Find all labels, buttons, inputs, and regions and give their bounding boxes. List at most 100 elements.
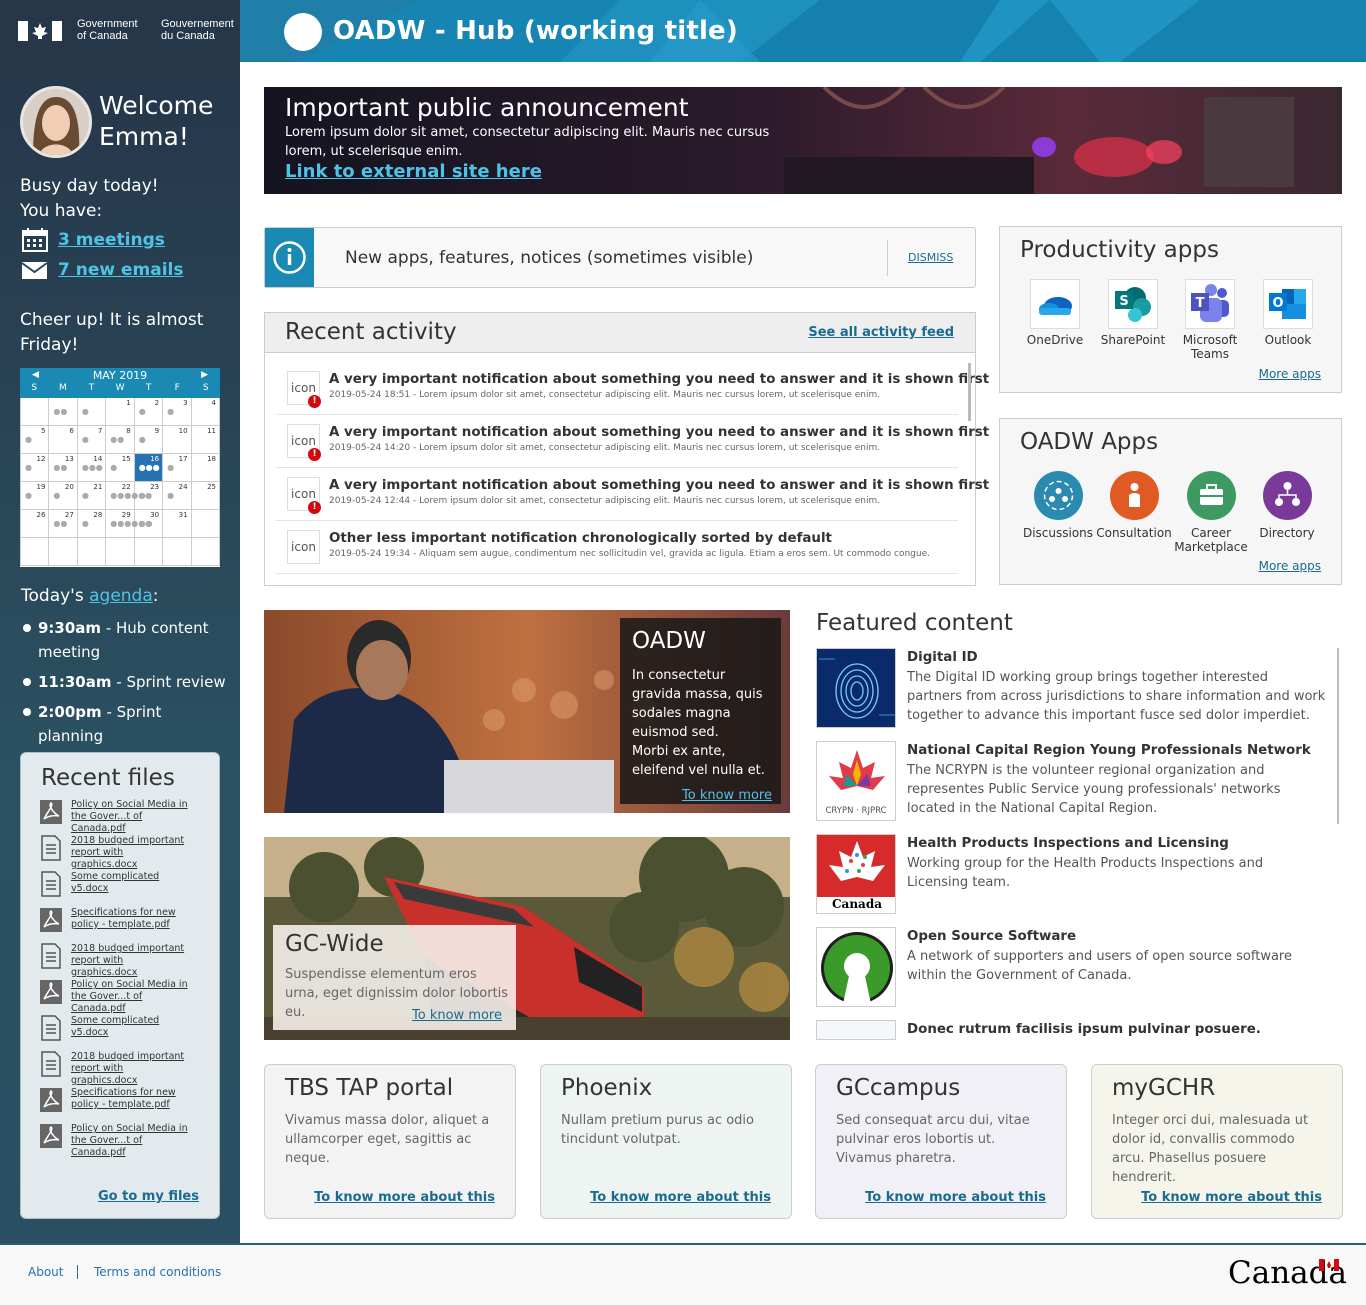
calendar-day[interactable]: 22 ●●●●●● — [106, 482, 152, 510]
dismiss-button[interactable]: DISMISS — [908, 251, 953, 264]
app-logo[interactable] — [284, 13, 322, 51]
calendar-day[interactable]: 1 — [106, 398, 135, 426]
recent-file-item[interactable]: 2018 budged important report with graphi… — [39, 835, 219, 871]
calendar-day[interactable]: 23 ● — [134, 482, 164, 510]
calendar-day[interactable]: 17 ● — [163, 454, 192, 482]
calendar-day[interactable] — [191, 538, 220, 566]
recent-file-item[interactable]: Policy on Social Media in the Gover...t … — [39, 979, 219, 1015]
next-month-icon[interactable]: ▶ — [201, 370, 208, 380]
recent-file-item[interactable]: Policy on Social Media in the Gover...t … — [39, 799, 219, 835]
featured-scrollbar[interactable] — [1337, 648, 1339, 824]
calendar-day[interactable]: 11 — [191, 426, 220, 454]
calendar-day[interactable] — [77, 538, 107, 566]
link-card-more-link[interactable]: To know more about this — [590, 1190, 771, 1205]
external-site-link[interactable]: Link to external site here — [285, 161, 542, 182]
calendar-day[interactable]: 20 ● — [49, 482, 78, 510]
calendar-day[interactable]: 25 — [191, 482, 220, 510]
link-card-more-link[interactable]: To know more about this — [1141, 1190, 1322, 1205]
calendar-day[interactable]: 3 ● — [163, 398, 192, 426]
oadw-know-more-link[interactable]: To know more — [682, 788, 772, 803]
gc-wide-know-more-link[interactable]: To know more — [412, 1008, 502, 1023]
calendar-day[interactable] — [134, 538, 164, 566]
calendar-day[interactable]: 30 ●● — [134, 510, 164, 538]
featured-item-donec[interactable]: Donec rutrum facilisis ipsum pulvinar po… — [816, 1020, 1326, 1040]
recent-file-item[interactable]: Policy on Social Media in the Gover...t … — [39, 1123, 219, 1159]
calendar-day[interactable]: 24 ● — [163, 482, 192, 510]
calendar-day[interactable]: 28 ● — [77, 510, 107, 538]
activity-item[interactable]: icon! A very important notification about… — [275, 469, 989, 521]
recent-file-item[interactable]: Specifications for new policy - template… — [39, 907, 219, 943]
calendar-day[interactable]: 13 ●● — [49, 454, 78, 482]
app-onedrive[interactable]: OneDrive — [1015, 279, 1095, 347]
see-all-activity-link[interactable]: See all activity feed — [808, 325, 954, 340]
calendar-day[interactable] — [21, 538, 50, 566]
file-name-link[interactable]: Policy on Social Media in the Gover...t … — [71, 799, 191, 835]
file-name-link[interactable]: 2018 budged important report with graphi… — [71, 835, 191, 871]
activity-item[interactable]: icon! A very important notification about… — [275, 363, 989, 415]
gc-wide-feature-card[interactable]: GC-Wide Suspendisse elementum eros urna,… — [264, 837, 790, 1040]
calendar-day[interactable]: 5 ● — [21, 426, 50, 454]
recent-file-item[interactable]: Some complicated v5.docx — [39, 871, 219, 907]
file-name-link[interactable]: Policy on Social Media in the Gover...t … — [71, 1123, 191, 1159]
calendar-day[interactable]: 14 ●●● — [77, 454, 107, 482]
oadw-more-apps-link[interactable]: More apps — [1259, 559, 1321, 573]
app-discussions[interactable]: Discussions — [1018, 471, 1098, 540]
file-name-link[interactable]: Some complicated v5.docx — [71, 1015, 191, 1039]
file-name-link[interactable]: 2018 budged important report with graphi… — [71, 943, 191, 979]
link-card[interactable]: GCcampus Sed consequat arcu dui, vitae pu… — [815, 1064, 1067, 1219]
calendar-day[interactable]: 18 — [191, 454, 220, 482]
emails-link[interactable]: 7 new emails — [58, 260, 184, 280]
app-sharepoint[interactable]: S SharePoint — [1093, 279, 1173, 347]
calendar-day[interactable]: ●● — [49, 398, 78, 426]
calendar-day[interactable]: 31 — [163, 510, 192, 538]
calendar-day[interactable]: 15 ● — [106, 454, 135, 482]
calendar-day[interactable] — [106, 538, 135, 566]
go-to-files-link[interactable]: Go to my files — [98, 1189, 199, 1204]
recent-file-item[interactable]: Specifications for new policy - template… — [39, 1087, 219, 1123]
avatar[interactable] — [20, 86, 92, 158]
calendar-day[interactable]: 19 ● — [21, 482, 50, 510]
calendar-day[interactable]: 26 — [21, 510, 50, 538]
about-link[interactable]: About — [28, 1265, 63, 1279]
activity-scrollbar[interactable] — [968, 363, 971, 421]
activity-item[interactable]: icon! A very important notification about… — [275, 416, 989, 468]
calendar-day[interactable] — [163, 538, 192, 566]
calendar-day[interactable]: 2 ● — [134, 398, 164, 426]
calendar-day[interactable]: 8 ●● — [106, 426, 135, 454]
featured-item-digital-id[interactable]: Digital ID The Digital ID working group … — [816, 648, 1326, 728]
file-name-link[interactable]: Specifications for new policy - template… — [71, 907, 191, 931]
calendar-day[interactable]: 21 ● — [77, 482, 107, 510]
calendar-day[interactable]: 6 — [49, 426, 78, 454]
file-name-link[interactable]: Specifications for new policy - template… — [71, 1087, 191, 1111]
calendar-day[interactable]: ● — [77, 398, 107, 426]
app-teams[interactable]: T Microsoft Teams — [1170, 279, 1250, 361]
recent-file-item[interactable]: 2018 budged important report with graphi… — [39, 1051, 219, 1087]
featured-item-open-source[interactable]: Open Source Software A network of suppor… — [816, 927, 1326, 1007]
file-name-link[interactable]: Some complicated v5.docx — [71, 871, 191, 895]
featured-item-health-products[interactable]: Canada Health Products Inspections and L… — [816, 834, 1326, 914]
calendar-day[interactable]: 10 — [163, 426, 192, 454]
recent-file-item[interactable]: Some complicated v5.docx — [39, 1015, 219, 1051]
link-card[interactable]: TBS TAP portal Vivamus massa dolor, aliqu… — [264, 1064, 516, 1219]
calendar-day[interactable]: 7 ● — [77, 426, 107, 454]
file-name-link[interactable]: 2018 budged important report with graphi… — [71, 1051, 191, 1087]
calendar-day[interactable]: 16 ●●● — [134, 454, 164, 482]
gc-signature[interactable]: Government of Canada Gouvernement du Canad… — [0, 0, 240, 62]
meetings-link[interactable]: 3 meetings — [58, 230, 165, 250]
app-directory[interactable]: Directory — [1247, 471, 1327, 540]
app-consultation[interactable]: Consultation — [1094, 471, 1174, 540]
featured-item-ncrypn[interactable]: CRYPN · RJPRC National Capital Region Yo… — [816, 741, 1326, 821]
calendar-day[interactable] — [49, 538, 78, 566]
file-name-link[interactable]: Policy on Social Media in the Gover...t … — [71, 979, 191, 1015]
terms-link[interactable]: Terms and conditions — [94, 1265, 221, 1279]
oadw-feature-card[interactable]: OADW In consectetur gravida massa, quis … — [264, 610, 790, 813]
productivity-more-apps-link[interactable]: More apps — [1259, 367, 1321, 381]
calendar-day[interactable]: 9 ● — [134, 426, 164, 454]
calendar-day[interactable]: 27 ●● — [49, 510, 78, 538]
link-card[interactable]: myGCHR Integer orci dui, malesuada ut dol… — [1091, 1064, 1343, 1219]
link-card[interactable]: Phoenix Nullam pretium purus ac odio tinc… — [540, 1064, 792, 1219]
app-outlook[interactable]: O Outlook — [1248, 279, 1328, 347]
activity-item[interactable]: icon Other less important notification ch… — [275, 522, 958, 574]
calendar-day[interactable]: 29 ●●●●●● — [106, 510, 152, 538]
link-card-more-link[interactable]: To know more about this — [314, 1190, 495, 1205]
